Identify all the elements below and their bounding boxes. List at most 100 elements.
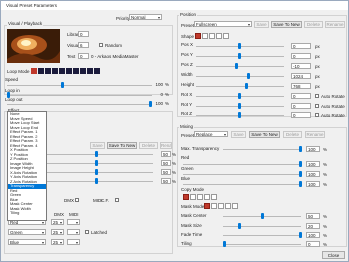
loop-in-slider-track[interactable] xyxy=(7,95,152,96)
height-value[interactable]: 768 xyxy=(291,83,311,89)
effect-rename-button[interactable]: Rename xyxy=(160,142,172,149)
rot-y-thumb[interactable] xyxy=(238,103,241,109)
effect-save-to-new-button[interactable]: Save To New xyxy=(107,142,137,149)
effect-save-button[interactable]: Save xyxy=(90,142,105,149)
loop-mode-1-icon[interactable] xyxy=(38,68,44,74)
input-row-1-dmx[interactable]: 25 xyxy=(51,219,64,225)
shape-sphere-icon[interactable] xyxy=(202,33,208,39)
rot-x-auto-checkbox[interactable] xyxy=(315,94,319,98)
effect-param-4-value[interactable]: 50 xyxy=(161,178,171,184)
position-save-button[interactable]: Save xyxy=(254,21,269,28)
mixing-rename-button[interactable]: Rename xyxy=(305,131,325,138)
pos-z-thumb[interactable] xyxy=(235,63,238,69)
effect-param-2-value[interactable]: 50 xyxy=(161,160,171,166)
mask-size-thumb[interactable] xyxy=(238,223,241,229)
loop-out-slider-track[interactable] xyxy=(7,104,152,105)
input-row-2-select[interactable]: Green xyxy=(8,229,46,235)
max-transparency-value[interactable]: 100 xyxy=(306,146,320,152)
input-row-3-dmx[interactable]: 25 xyxy=(51,239,64,245)
shape-cube-icon[interactable] xyxy=(209,33,215,39)
rot-z-value[interactable]: 0 xyxy=(291,112,311,118)
copy-mode-3-icon[interactable] xyxy=(197,194,203,200)
speed-slider-track[interactable] xyxy=(7,85,152,86)
green-track[interactable] xyxy=(183,174,301,175)
loop-mode-4-icon[interactable] xyxy=(59,68,65,74)
rot-x-value[interactable]: 0 xyxy=(291,93,311,99)
effect-dropdown-list[interactable]: None Move Speed Move Loop Start Move Loo… xyxy=(7,111,47,221)
shape-cone-icon[interactable] xyxy=(223,33,229,39)
pos-x-thumb[interactable] xyxy=(238,43,241,49)
mask-mode-1-icon[interactable] xyxy=(204,203,210,209)
position-preset-select[interactable]: Fullscreen xyxy=(194,21,252,27)
input-row-2-midi[interactable] xyxy=(67,229,80,235)
position-save-to-new-button[interactable]: Save To New xyxy=(271,21,302,28)
priority-select[interactable]: Normal xyxy=(129,14,162,20)
effect-param-1-thumb[interactable] xyxy=(95,151,98,157)
tiling-value[interactable]: 0 xyxy=(306,241,320,247)
copy-mode-1-icon[interactable] xyxy=(183,194,189,200)
rot-y-auto-checkbox[interactable] xyxy=(315,104,319,108)
speed-slider-thumb[interactable] xyxy=(61,82,64,88)
height-track[interactable] xyxy=(196,86,284,87)
max-transparency-track[interactable] xyxy=(223,149,301,150)
loop-mode-9-icon[interactable] xyxy=(94,68,100,74)
latched-checkbox[interactable] xyxy=(85,230,89,234)
mask-size-value[interactable]: 20 xyxy=(306,223,320,229)
loop-mode-8-icon[interactable] xyxy=(87,68,93,74)
pos-z-track[interactable] xyxy=(196,66,284,67)
effect-param-4-thumb[interactable] xyxy=(95,178,98,184)
visual-input[interactable]: 6 xyxy=(78,42,89,48)
effect-param-2-thumb[interactable] xyxy=(95,160,98,166)
loop-mode-2-icon[interactable] xyxy=(45,68,51,74)
blue-value[interactable]: 100 xyxy=(306,181,320,187)
effect-dmx-checkbox[interactable] xyxy=(75,198,79,202)
pos-y-value[interactable]: 0 xyxy=(291,53,311,59)
width-track[interactable] xyxy=(196,76,284,77)
input-row-3-midi[interactable] xyxy=(67,239,80,245)
effect-delete-button[interactable]: Delete xyxy=(139,142,158,149)
mask-center-thumb[interactable] xyxy=(261,213,264,219)
library-input[interactable]: 0 xyxy=(78,31,89,37)
random-checkbox[interactable] xyxy=(99,43,103,47)
effect-param-3-value[interactable]: 50 xyxy=(161,169,171,175)
copy-mode-4-icon[interactable] xyxy=(204,194,210,200)
effect-param-1-value[interactable]: 50 xyxy=(161,151,171,157)
mixing-delete-button[interactable]: Delete xyxy=(283,131,302,138)
mask-center-value[interactable]: 50 xyxy=(306,213,320,219)
text-input[interactable]: 0 xyxy=(78,53,89,59)
shape-rect-icon[interactable] xyxy=(195,33,201,39)
effect-param-3-thumb[interactable] xyxy=(95,169,98,175)
pos-z-value[interactable]: -10 xyxy=(291,63,311,69)
input-row-3-select[interactable]: Blue xyxy=(8,239,46,245)
width-value[interactable]: 1024 xyxy=(291,73,311,79)
loop-mode-7-icon[interactable] xyxy=(80,68,86,74)
red-thumb[interactable] xyxy=(299,161,302,167)
red-track[interactable] xyxy=(183,164,301,165)
loop-mode-3-icon[interactable] xyxy=(52,68,58,74)
mask-mode-2-icon[interactable] xyxy=(211,203,217,209)
effect-option[interactable]: Tiling xyxy=(8,210,46,216)
input-row-2-dmx[interactable]: 25 xyxy=(51,229,64,235)
copy-mode-2-icon[interactable] xyxy=(190,194,196,200)
rot-x-thumb[interactable] xyxy=(238,93,241,99)
copy-mode-5-icon[interactable] xyxy=(211,194,217,200)
green-value[interactable]: 100 xyxy=(306,171,320,177)
max-transparency-thumb[interactable] xyxy=(299,146,302,152)
rot-z-thumb[interactable] xyxy=(238,112,241,118)
shape-cylinder-icon[interactable] xyxy=(216,33,222,39)
position-delete-button[interactable]: Delete xyxy=(304,21,323,28)
height-thumb[interactable] xyxy=(245,83,248,89)
rot-z-auto-checkbox[interactable] xyxy=(315,113,319,117)
green-thumb[interactable] xyxy=(299,171,302,177)
close-button[interactable]: Close xyxy=(322,251,345,259)
blue-thumb[interactable] xyxy=(299,181,302,187)
tiling-thumb[interactable] xyxy=(223,241,226,247)
fade-time-value[interactable]: 100 xyxy=(306,232,320,238)
mask-mode-5-icon[interactable] xyxy=(232,203,238,209)
pos-x-value[interactable]: 0 xyxy=(291,43,311,49)
fade-time-track[interactable] xyxy=(223,235,301,236)
mask-size-track[interactable] xyxy=(223,226,301,227)
fade-time-thumb[interactable] xyxy=(299,232,302,238)
width-thumb[interactable] xyxy=(247,73,250,79)
mixing-save-to-new-button[interactable]: Save To New xyxy=(249,131,280,138)
